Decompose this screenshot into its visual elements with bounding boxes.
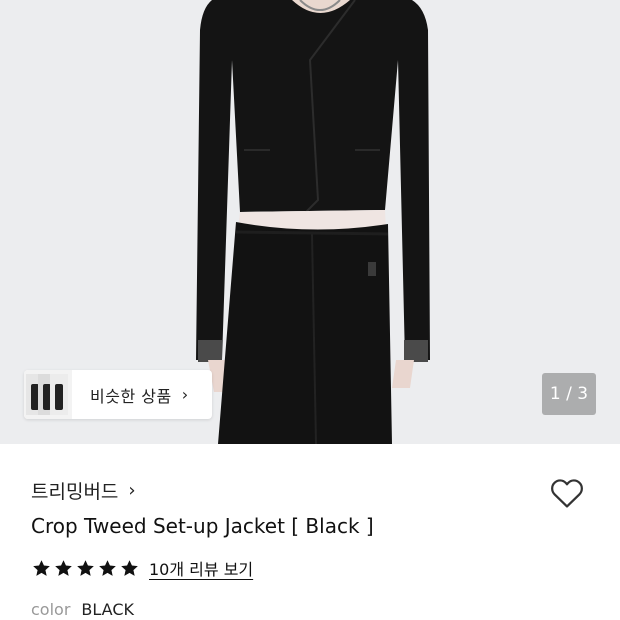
- star-rating: [31, 558, 141, 579]
- chevron-right-icon: ›: [181, 385, 189, 404]
- similar-thumbnail: [50, 374, 68, 415]
- rating-row: 10개 리뷰 보기: [31, 556, 253, 580]
- star-icon: [77, 559, 94, 576]
- option-value: BLACK: [81, 600, 134, 619]
- star-icon: [55, 559, 72, 576]
- heart-outline-icon[interactable]: [548, 474, 586, 512]
- star-icon: [121, 559, 138, 576]
- brand-link[interactable]: 트리밍버드 ›: [31, 477, 136, 504]
- product-title: Crop Tweed Set-up Jacket [ Black ]: [31, 514, 374, 538]
- brand-name: 트리밍버드: [31, 481, 119, 503]
- similar-products-label: 비슷한 상품: [90, 386, 172, 406]
- similar-products-thumbnails: [24, 370, 72, 419]
- star-icon: [99, 559, 116, 576]
- option-label: color: [31, 600, 71, 619]
- color-option-row: color BLACK: [31, 600, 134, 619]
- star-icon: [33, 559, 50, 576]
- product-image[interactable]: 비슷한 상품 › 1 / 3: [0, 0, 620, 444]
- similar-products-button[interactable]: 비슷한 상품 ›: [24, 370, 212, 419]
- image-pager: 1 / 3: [542, 373, 596, 415]
- review-link[interactable]: 10개 리뷰 보기: [149, 556, 253, 580]
- chevron-right-icon: ›: [128, 480, 136, 501]
